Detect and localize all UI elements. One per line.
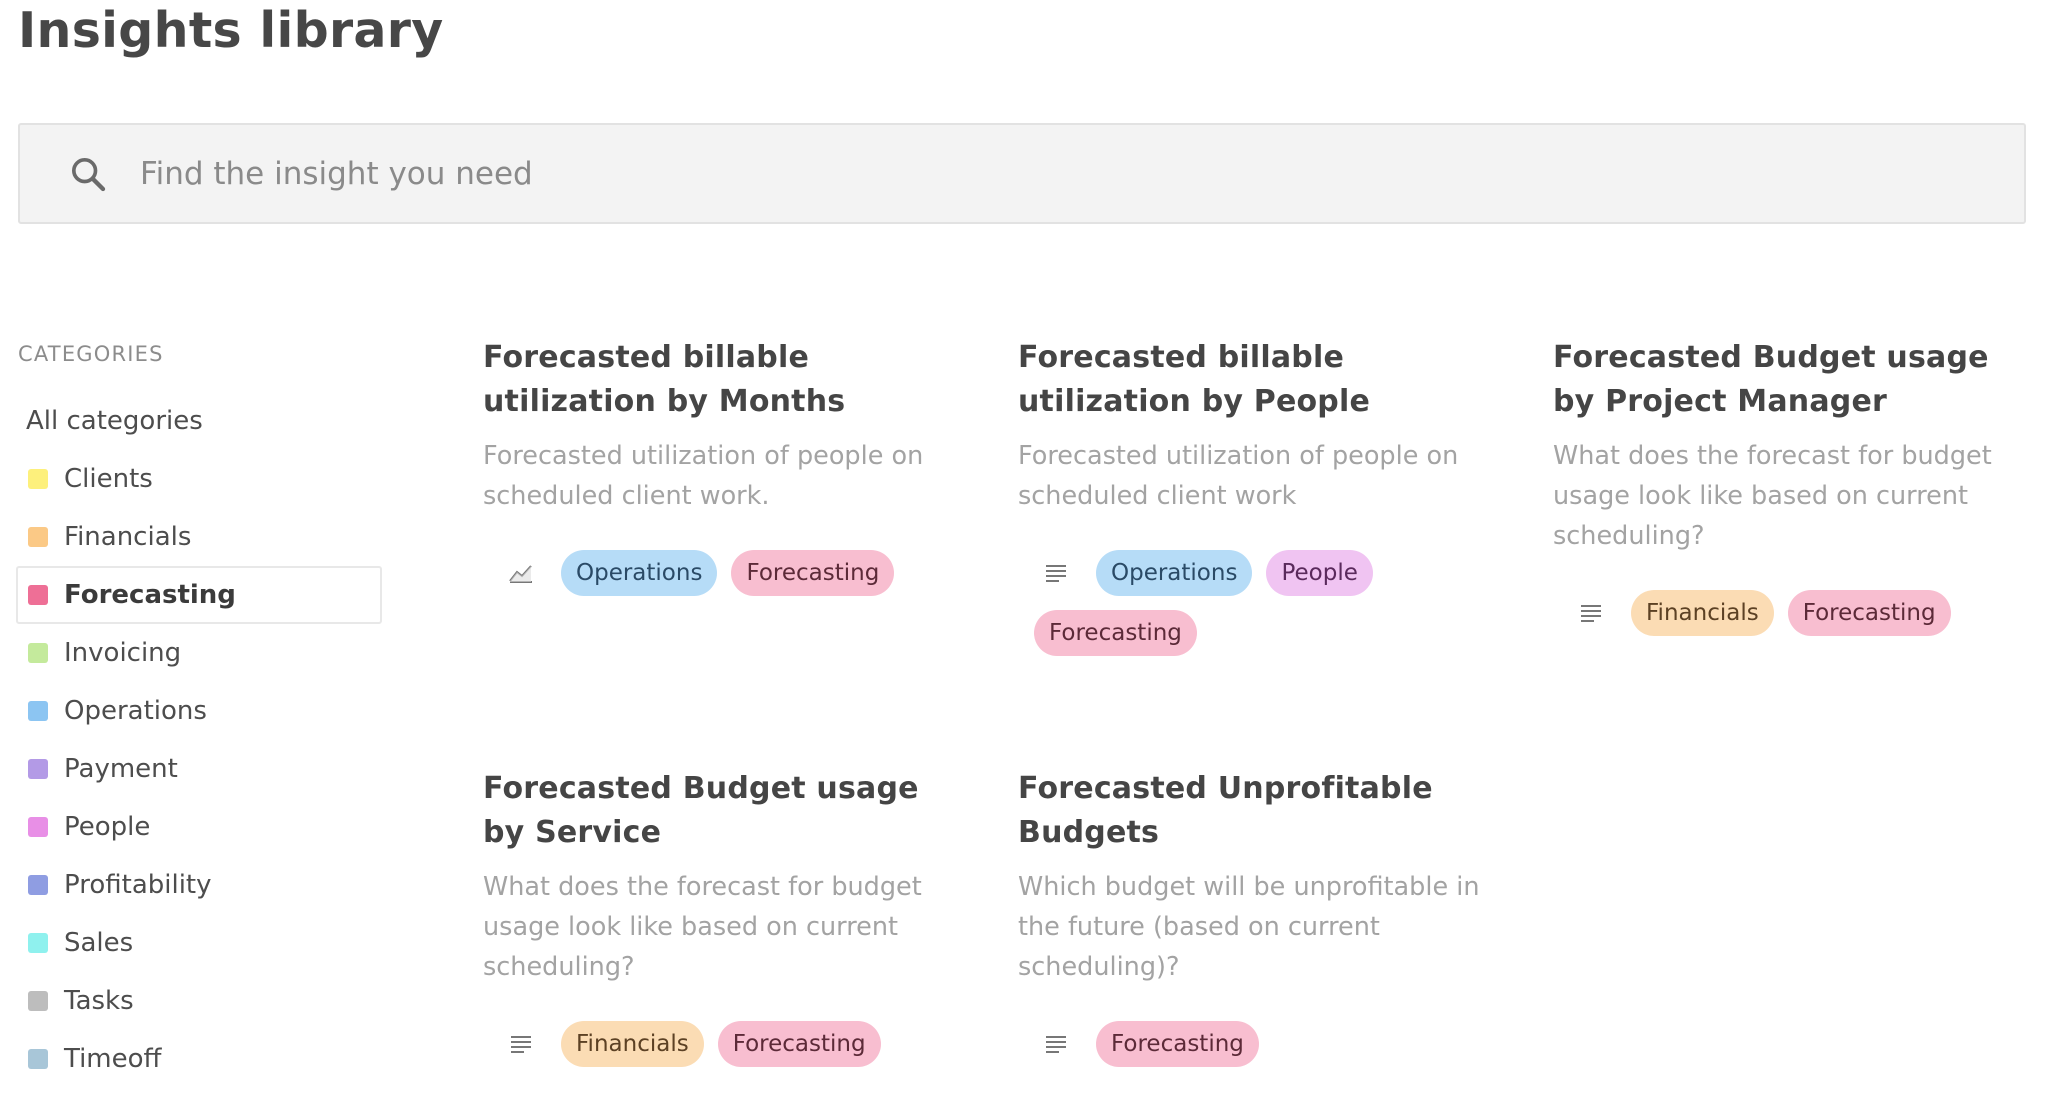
category-label: Operations	[64, 696, 207, 726]
card-tags: Financials Forecasting	[483, 1021, 963, 1067]
category-payment[interactable]: Payment	[16, 740, 382, 798]
tag-financials[interactable]: Financials	[561, 1021, 704, 1067]
card-title[interactable]: Forecasted Unprofitable Budgets	[1018, 767, 1498, 855]
tag-operations[interactable]: Operations	[561, 550, 718, 596]
category-clients[interactable]: Clients	[16, 450, 382, 508]
category-swatch	[28, 701, 48, 721]
insight-card[interactable]: Forecasted billable utilization by Month…	[483, 336, 963, 596]
category-swatch	[28, 933, 48, 953]
category-swatch	[28, 759, 48, 779]
category-operations[interactable]: Operations	[16, 682, 382, 740]
category-swatch	[28, 469, 48, 489]
tag-operations[interactable]: Operations	[1096, 550, 1253, 596]
chart-icon	[499, 550, 543, 596]
page-title: Insights library	[18, 2, 444, 59]
card-tags: Operations Forecasting	[483, 550, 963, 596]
category-label: Forecasting	[64, 580, 236, 610]
category-timeoff[interactable]: Timeoff	[16, 1030, 382, 1088]
category-label: Profitability	[64, 870, 212, 900]
search-bar[interactable]	[18, 123, 2026, 224]
card-description: Forecasted utilization of people on sche…	[1018, 441, 1459, 511]
category-swatch	[28, 643, 48, 663]
card-title[interactable]: Forecasted Budget usage by Project Manag…	[1553, 336, 2033, 424]
tag-forecasting[interactable]: Forecasting	[1096, 1021, 1259, 1067]
category-financials[interactable]: Financials	[16, 508, 382, 566]
card-tags: Operations People Forecasting	[1018, 550, 1498, 656]
category-label: Invoicing	[64, 638, 182, 668]
card-description: What does the forecast for budget usage …	[1553, 441, 1992, 551]
category-label: Clients	[64, 464, 153, 494]
insight-card[interactable]: Forecasted Unprofitable Budgets Which bu…	[1018, 767, 1498, 1067]
category-profitability[interactable]: Profitability	[16, 856, 382, 914]
card-title[interactable]: Forecasted Budget usage by Service	[483, 767, 963, 855]
category-all[interactable]: All categories	[16, 392, 382, 450]
category-invoicing[interactable]: Invoicing	[16, 624, 382, 682]
search-input[interactable]	[140, 125, 2024, 222]
tag-people[interactable]: People	[1266, 550, 1373, 596]
tag-forecasting[interactable]: Forecasting	[731, 550, 895, 596]
tag-forecasting[interactable]: Forecasting	[717, 1021, 881, 1067]
category-swatch	[28, 527, 48, 547]
tag-forecasting[interactable]: Forecasting	[1787, 590, 1951, 636]
category-label: Payment	[64, 754, 178, 784]
insight-card[interactable]: Forecasted billable utilization by Peopl…	[1018, 336, 1498, 656]
card-description: Forecasted utilization of people on sche…	[483, 441, 924, 511]
category-label: Timeoff	[64, 1044, 162, 1074]
search-icon	[72, 157, 106, 191]
category-swatch	[28, 585, 48, 605]
list-icon	[1569, 590, 1613, 636]
list-icon	[1034, 550, 1078, 596]
category-swatch	[28, 817, 48, 837]
category-label: Sales	[64, 928, 134, 958]
list-icon	[499, 1021, 543, 1067]
category-label: All categories	[26, 406, 203, 436]
insight-card[interactable]: Forecasted Budget usage by Project Manag…	[1553, 336, 2033, 636]
category-tasks[interactable]: Tasks	[16, 972, 382, 1030]
card-tags: Forecasting	[1018, 1021, 1498, 1067]
card-description: Which budget will be unprofitable in the…	[1018, 872, 1480, 982]
card-title[interactable]: Forecasted billable utilization by Month…	[483, 336, 963, 424]
category-people[interactable]: People	[16, 798, 382, 856]
category-label: Tasks	[64, 986, 134, 1016]
tag-financials[interactable]: Financials	[1631, 590, 1774, 636]
insight-card[interactable]: Forecasted Budget usage by Service What …	[483, 767, 963, 1067]
card-title[interactable]: Forecasted billable utilization by Peopl…	[1018, 336, 1498, 424]
category-forecasting[interactable]: Forecasting	[16, 566, 382, 624]
category-label: Financials	[64, 522, 192, 552]
card-description: What does the forecast for budget usage …	[483, 872, 922, 982]
category-swatch	[28, 1049, 48, 1069]
tag-forecasting[interactable]: Forecasting	[1034, 610, 1197, 656]
category-swatch	[28, 875, 48, 895]
category-sales[interactable]: Sales	[16, 914, 382, 972]
list-icon	[1034, 1021, 1078, 1067]
card-tags: Financials Forecasting	[1553, 590, 2033, 636]
category-label: People	[64, 812, 151, 842]
category-list: All categories Clients Financials Foreca…	[16, 392, 382, 1088]
categories-header: CATEGORIES	[18, 342, 164, 366]
category-swatch	[28, 991, 48, 1011]
